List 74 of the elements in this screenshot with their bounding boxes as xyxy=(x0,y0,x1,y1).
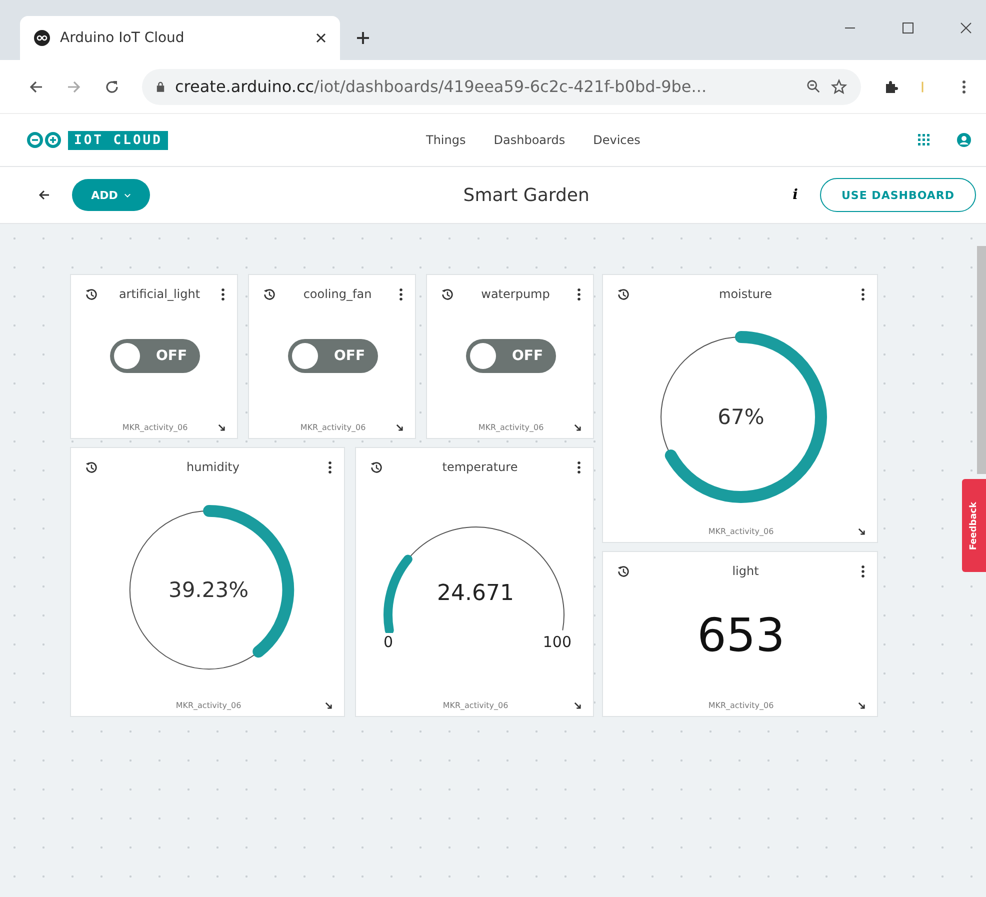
nav-link[interactable]: Things xyxy=(426,133,466,147)
dashboard-title: Smart Garden xyxy=(462,184,590,206)
browser-tab[interactable]: Arduino IoT Cloud xyxy=(20,16,340,60)
resize-handle-icon[interactable] xyxy=(858,702,865,709)
resize-handle-icon[interactable] xyxy=(574,702,581,709)
gauge-max-label: 100 xyxy=(542,633,572,651)
more-icon[interactable] xyxy=(328,460,332,474)
more-icon[interactable] xyxy=(962,78,966,94)
gauge-value: 24.671 xyxy=(436,581,515,606)
toggle-switch[interactable]: OFF xyxy=(110,338,200,372)
caret-icon xyxy=(124,192,131,198)
device-name: MKR_activity_06 xyxy=(300,422,366,432)
value-readout: 653 xyxy=(697,608,785,662)
history-icon[interactable] xyxy=(617,564,630,578)
device-name: MKR_activity_06 xyxy=(176,700,242,710)
address-bar[interactable]: create.arduino.cc/iot/dashboards/419eea59-6c2c-421f-b0bd-9be... xyxy=(142,68,861,104)
apps-grid-icon[interactable] xyxy=(918,134,930,146)
widget-title: cooling_fan xyxy=(302,287,373,301)
infinity-logo-icon xyxy=(34,30,50,46)
tab-title: Arduino IoT Cloud xyxy=(60,30,186,46)
percentage-value: 67% xyxy=(718,404,764,428)
more-icon[interactable] xyxy=(577,288,581,300)
resize-handle-icon[interactable] xyxy=(325,702,332,709)
resize-handle-icon[interactable] xyxy=(396,424,403,431)
resize-handle-icon[interactable] xyxy=(218,424,225,431)
feedback-tab[interactable]: Feedback xyxy=(962,479,986,572)
star-icon[interactable] xyxy=(831,78,847,94)
user-avatar-icon[interactable] xyxy=(956,132,972,148)
resize-handle-icon[interactable] xyxy=(858,528,865,535)
more-icon[interactable] xyxy=(399,288,403,300)
history-icon[interactable] xyxy=(370,460,383,474)
info-icon[interactable]: i xyxy=(792,187,798,203)
history-icon[interactable] xyxy=(85,460,98,474)
percentage-value: 39.23% xyxy=(168,578,249,602)
close-icon[interactable] xyxy=(316,33,326,43)
more-icon[interactable] xyxy=(221,288,225,300)
widget-title: light xyxy=(731,564,760,578)
back-arrow-icon[interactable] xyxy=(38,189,50,201)
device-name: MKR_activity_06 xyxy=(442,700,508,710)
infinity-logo-icon xyxy=(26,132,62,148)
widget-title: artificial_light xyxy=(118,287,202,301)
widget-title: temperature xyxy=(441,460,519,474)
resize-handle-icon[interactable] xyxy=(574,424,581,431)
scrollbar[interactable] xyxy=(977,246,986,474)
zoom-icon[interactable] xyxy=(806,79,821,94)
toggle-switch[interactable]: OFF xyxy=(466,338,556,372)
add-button[interactable]: ADD xyxy=(72,179,150,211)
nav-link[interactable]: Dashboards xyxy=(494,133,566,147)
device-name: MKR_activity_06 xyxy=(122,422,188,432)
logo-text: IOT CLOUD xyxy=(68,130,168,150)
history-icon[interactable] xyxy=(441,288,454,300)
use-dashboard-button[interactable]: USE DASHBOARD xyxy=(820,178,976,212)
widget-title: moisture xyxy=(718,287,773,301)
toggle-switch[interactable]: OFF xyxy=(288,338,378,372)
history-icon[interactable] xyxy=(263,288,276,300)
more-icon[interactable] xyxy=(861,564,865,578)
puzzle-piece-icon[interactable] xyxy=(883,78,899,94)
reload-icon[interactable] xyxy=(104,78,120,94)
device-name: MKR_activity_06 xyxy=(708,700,774,710)
more-icon[interactable] xyxy=(861,288,865,300)
lock-icon xyxy=(156,81,165,92)
gauge-min-label: 0 xyxy=(384,633,394,651)
device-name: MKR_activity_06 xyxy=(708,526,774,536)
close-icon[interactable] xyxy=(960,22,972,34)
back-arrow-icon[interactable] xyxy=(28,78,44,94)
history-icon[interactable] xyxy=(85,288,98,300)
plus-icon[interactable] xyxy=(356,31,370,45)
more-icon[interactable] xyxy=(577,460,581,474)
device-name: MKR_activity_06 xyxy=(478,422,544,432)
nav-link[interactable]: Devices xyxy=(593,133,640,147)
widget-title: waterpump xyxy=(480,287,551,301)
maximize-icon[interactable] xyxy=(902,22,914,34)
history-icon[interactable] xyxy=(617,288,630,300)
widget-title: humidity xyxy=(186,460,240,474)
